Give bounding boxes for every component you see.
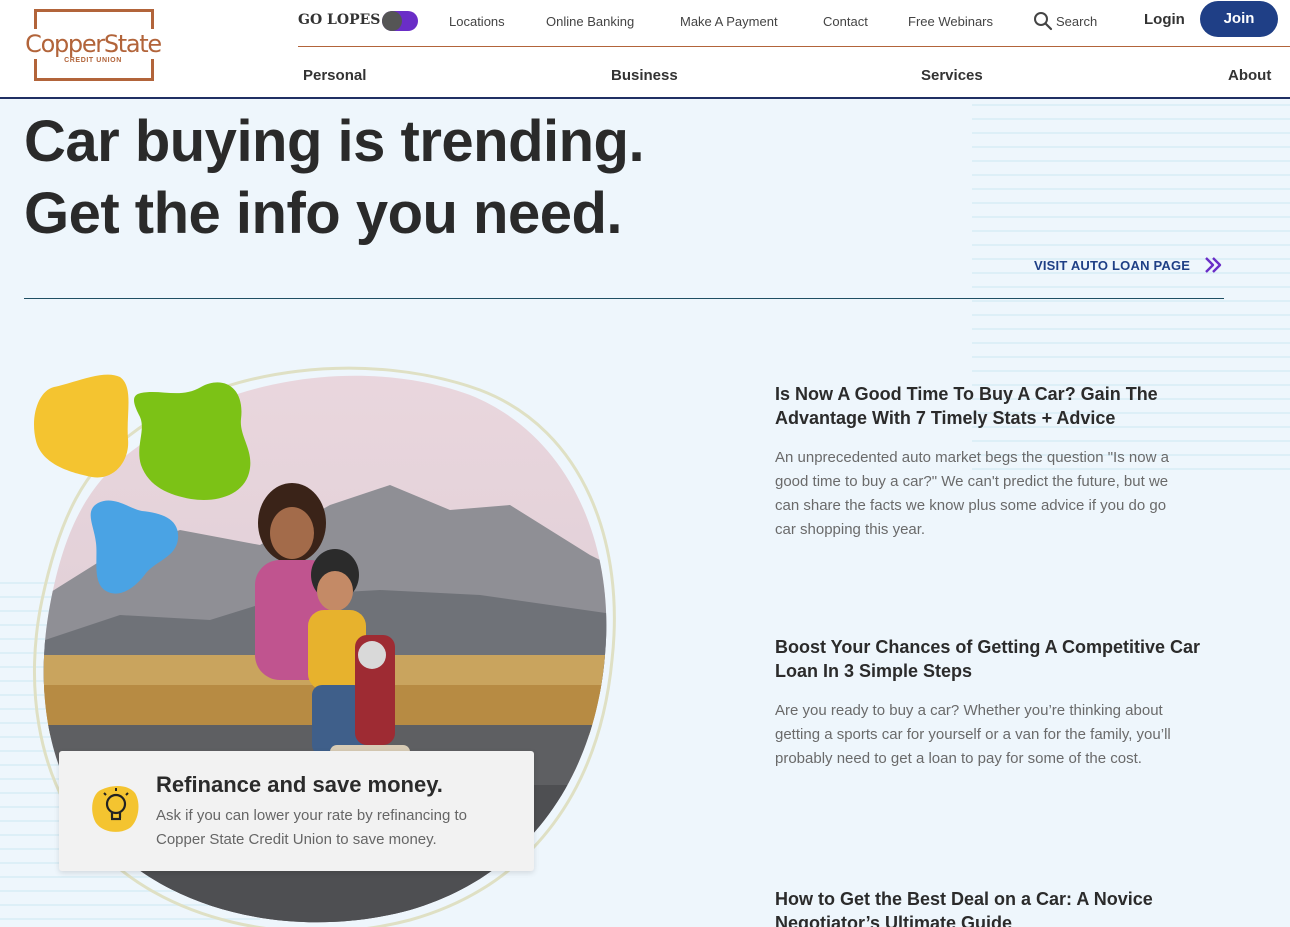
main-nav-personal[interactable]: Personal: [303, 67, 366, 84]
hero-heading-line-1: Car buying is trending.: [24, 109, 645, 174]
nav-contact[interactable]: Contact: [823, 14, 868, 29]
refinance-promo-card[interactable]: Refinance and save money. Ask if you can…: [59, 751, 534, 871]
double-chevron-right-icon[interactable]: [1203, 255, 1223, 275]
site-header: CopperState CREDIT UNION GO LOPES Locati…: [0, 0, 1290, 99]
utility-divider: [298, 46, 1290, 47]
main-nav-about[interactable]: About: [1228, 67, 1271, 84]
nav-online-banking[interactable]: Online Banking: [546, 14, 634, 29]
logo-name: CopperState: [12, 29, 174, 59]
refinance-text: Ask if you can lower your rate by refina…: [156, 807, 467, 848]
green-blob-decoration: [134, 382, 251, 500]
article-excerpt: Are you ready to buy a car? Whether you’…: [775, 702, 1171, 767]
search-icon: [1034, 12, 1053, 31]
search-label: Search: [1056, 14, 1098, 29]
lightbulb-icon: [92, 786, 139, 832]
go-lopes-toggle[interactable]: [382, 11, 418, 31]
hero-heading-line-2: Get the info you need.: [24, 181, 623, 246]
site-logo[interactable]: CopperState CREDIT UNION: [12, 9, 174, 83]
login-link[interactable]: Login: [1144, 11, 1185, 28]
toggle-knob: [382, 11, 402, 31]
blue-blob-decoration: [90, 500, 179, 594]
yellow-blob-decoration: [34, 374, 129, 478]
nav-free-webinars[interactable]: Free Webinars: [908, 14, 993, 29]
main-nav-services[interactable]: Services: [921, 67, 983, 84]
refinance-title: Refinance and save money.: [156, 772, 443, 797]
hero-divider: [24, 298, 1224, 299]
visit-auto-loan-link[interactable]: VISIT AUTO LOAN PAGE: [1034, 258, 1190, 273]
article-excerpt: An unprecedented auto market begs the qu…: [775, 449, 1169, 538]
article-title[interactable]: Boost Your Chances of Getting A Competit…: [775, 635, 1205, 683]
go-lopes-label: GO LOPES: [298, 12, 381, 28]
logo-subtitle: CREDIT UNION: [64, 57, 122, 64]
article-title[interactable]: Is Now A Good Time To Buy A Car? Gain Th…: [775, 382, 1205, 430]
nav-make-a-payment[interactable]: Make A Payment: [680, 14, 778, 29]
article-title[interactable]: How to Get the Best Deal on a Car: A Nov…: [775, 887, 1205, 927]
nav-locations[interactable]: Locations: [449, 14, 505, 29]
main-nav-business[interactable]: Business: [611, 67, 678, 84]
join-button[interactable]: Join: [1200, 1, 1278, 37]
